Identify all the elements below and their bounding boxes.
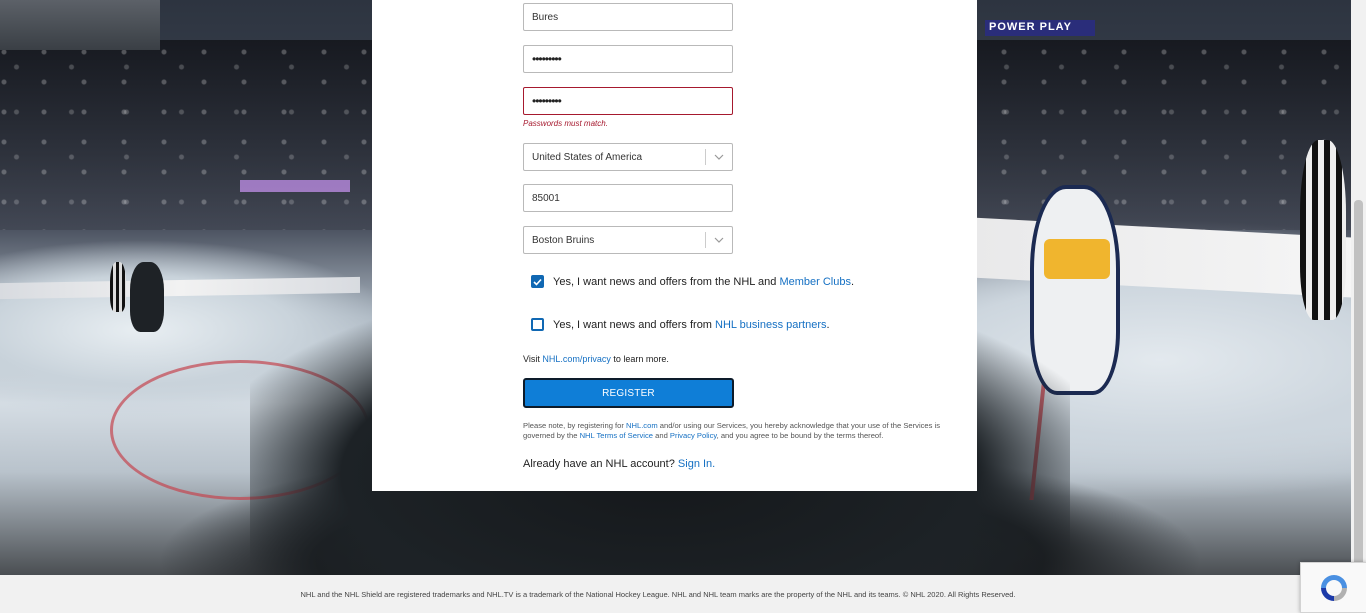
background-sign <box>240 180 350 192</box>
sign-in-prefix: Already have an NHL account? <box>523 458 678 470</box>
zip-code-value: 85001 <box>532 192 560 204</box>
partner-offers-checkbox[interactable] <box>531 318 544 331</box>
sign-in-prompt: Already have an NHL account? Sign In. <box>523 458 715 470</box>
last-name-field[interactable]: Bures <box>523 3 733 31</box>
privacy-note-suffix: to learn more. <box>610 354 669 364</box>
country-select[interactable]: United States of America <box>523 143 733 171</box>
page-footer: NHL and the NHL Shield are registered tr… <box>0 575 1366 613</box>
password-value: ••••••••• <box>532 52 562 66</box>
registration-panel: Bures ••••••••• ••••••••• Passwords must… <box>372 0 977 491</box>
privacy-policy-link[interactable]: Privacy Policy <box>670 431 717 440</box>
chevron-down-icon[interactable] <box>706 237 732 243</box>
country-value: United States of America <box>532 151 643 163</box>
favorite-team-value: Boston Bruins <box>532 234 595 246</box>
background-referee <box>110 262 126 312</box>
favorite-team-select[interactable]: Boston Bruins <box>523 226 733 254</box>
background-scoreboard <box>0 0 160 50</box>
background-boards <box>0 276 360 300</box>
background-sign <box>985 20 1095 36</box>
nhl-offers-option[interactable]: Yes, I want news and offers from the NHL… <box>531 275 854 288</box>
privacy-note: Visit NHL.com/privacy to learn more. <box>523 354 669 364</box>
terms-of-service-link[interactable]: NHL Terms of Service <box>580 431 653 440</box>
recaptcha-icon <box>1320 574 1347 601</box>
partner-offers-suffix: . <box>826 318 830 331</box>
sign-in-link[interactable]: Sign In. <box>678 458 715 470</box>
legal-text: Please note, by registering for <box>523 421 626 430</box>
confirm-password-field[interactable]: ••••••••• <box>523 87 733 115</box>
nhl-com-link[interactable]: NHL.com <box>626 421 658 430</box>
nhl-offers-suffix: . <box>850 275 855 288</box>
register-button[interactable]: REGISTER <box>523 378 734 408</box>
password-error-message: Passwords must match. <box>523 119 608 128</box>
legal-text: and <box>653 431 670 440</box>
nhl-offers-checkbox[interactable] <box>531 275 544 288</box>
background-referee <box>1300 140 1346 320</box>
privacy-note-prefix: Visit <box>523 354 543 364</box>
footer-copyright: NHL and the NHL Shield are registered tr… <box>300 589 1016 599</box>
checkmark-icon <box>533 278 542 286</box>
privacy-link[interactable]: NHL.com/privacy <box>542 354 611 364</box>
legal-notice: Please note, by registering for NHL.com … <box>523 421 953 441</box>
confirm-password-value: ••••••••• <box>532 94 562 108</box>
legal-text: , and you agree to be bound by the terms… <box>716 431 884 440</box>
partner-offers-label: Yes, I want news and offers from <box>553 318 716 331</box>
page-scrollbar[interactable] <box>1351 0 1366 575</box>
business-partners-link[interactable]: NHL business partners <box>715 319 826 331</box>
zip-code-field[interactable]: 85001 <box>523 184 733 212</box>
partner-offers-option[interactable]: Yes, I want news and offers from NHL bus… <box>531 318 830 331</box>
member-clubs-link[interactable]: Member Clubs <box>779 276 851 288</box>
chevron-down-icon[interactable] <box>706 154 732 160</box>
scrollbar-thumb[interactable] <box>1354 200 1363 572</box>
recaptcha-badge[interactable] <box>1300 562 1366 613</box>
last-name-value: Bures <box>532 11 559 23</box>
password-field[interactable]: ••••••••• <box>523 45 733 73</box>
background-player <box>130 262 164 332</box>
nhl-offers-label: Yes, I want news and offers from the NHL… <box>553 275 780 288</box>
